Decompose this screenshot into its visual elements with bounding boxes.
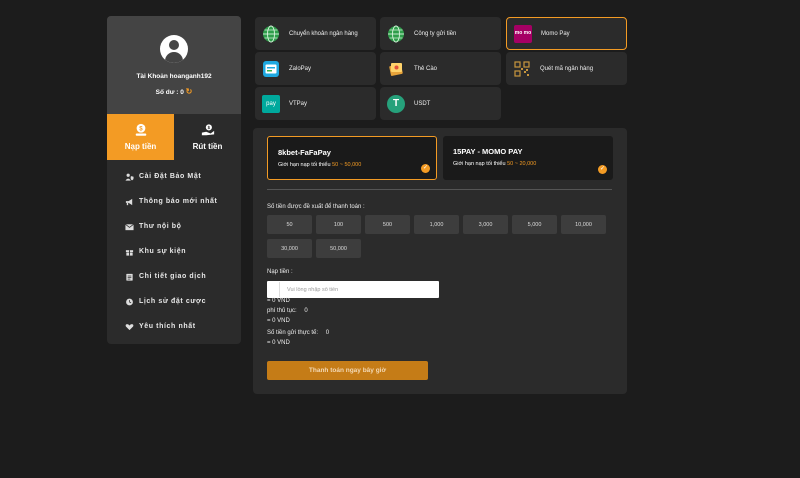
fee-converted: = 0 VND [267,318,290,324]
method-bank-qr-label: Quét mã ngân hàng [540,65,594,72]
actual-amount-row: Số tiền gửi thực tế: 0 [267,330,329,336]
heart-icon [125,323,134,330]
balance-label: Số dư : 0 [155,89,184,96]
method-zalopay[interactable]: ZaloPay [255,52,376,85]
amount-option[interactable]: 50,000 [316,239,361,258]
tab-withdraw[interactable]: $ Rút tiền [174,114,241,160]
tab-deposit-label: Nạp tiền [124,142,157,151]
clock-icon [126,298,133,305]
deposit-label: Nạp tiền : [267,269,293,275]
menu-transaction-details-label: Chi tiết giao dịch [139,273,207,280]
method-zalopay-label: ZaloPay [289,65,312,72]
divider [267,189,612,190]
method-vtpay-label: VTPay [289,100,308,107]
method-deposit-company[interactable]: Công ty gửi tiền [380,17,501,50]
amount-option[interactable]: 1,000 [414,215,459,234]
globe-icon [263,25,279,42]
method-vtpay[interactable]: pay VTPay [255,87,376,120]
zalopay-icon [263,60,279,77]
vtpay-icon: pay [262,94,280,113]
menu-latest-notifications-label: Thông báo mới nhất [139,198,218,205]
menu-bet-history-label: Lịch sử đặt cược [139,298,207,305]
amount-option[interactable]: 50 [267,215,312,234]
momo-logo-icon: mo mo [514,24,532,43]
amount-option[interactable]: 3,000 [463,215,508,234]
user-avatar-icon [160,35,188,63]
check-icon: ✓ [421,164,430,173]
menu-security-settings-label: Cài Đặt Bảo Mật [139,173,202,180]
actual-amount-value: 0 [325,330,330,336]
tether-icon: T [387,94,405,113]
gift-icon [125,249,134,256]
account-sidebar: Tài Khoản hoanganh192 Số dư : 0 ↻ $ Nạp … [107,16,241,344]
method-bank-transfer-label: Chuyển khoản ngân hàng [289,30,358,37]
amount-option[interactable]: 500 [365,215,410,234]
tab-withdraw-label: Rút tiền [192,142,223,151]
amount-option[interactable]: 10,000 [561,215,606,234]
menu-internal-mail[interactable]: Thư nội bộ [107,214,241,239]
account-name: Tài Khoản hoanganh192 [136,73,212,80]
actual-converted: = 0 VND [267,340,290,346]
method-scratch-card[interactable]: Thẻ Cào [380,52,501,85]
deposit-panel: 8kbet-FaFaPay Giới hạn nạp tối thiểu 50 … [253,128,627,394]
svg-text:$: $ [139,125,143,132]
fee-label: phí thủ tục: [267,308,297,314]
menu-latest-notifications[interactable]: Thông báo mới nhất [107,189,241,214]
menu-bet-history[interactable]: Lịch sử đặt cược [107,289,241,314]
profile-card: Tài Khoản hoanganh192 Số dư : 0 ↻ [107,16,241,114]
method-bank-qr[interactable]: Quét mã ngân hàng [506,52,627,85]
method-usdt[interactable]: T USDT [380,87,501,120]
qr-code-icon [514,60,530,77]
menu-transaction-details[interactable]: Chi tiết giao dịch [107,264,241,289]
gateway-name: 8kbet-FaFaPay [278,148,331,157]
method-usdt-label: USDT [414,100,431,107]
menu-security-settings[interactable]: Cài Đặt Bảo Mật [107,164,241,189]
check-icon: ✓ [598,165,607,174]
menu-internal-mail-label: Thư nội bộ [139,223,182,230]
method-bank-transfer[interactable]: Chuyển khoản ngân hàng [255,17,376,50]
deposit-amount-field[interactable] [267,281,439,298]
amount-option[interactable]: 30,000 [267,239,312,258]
currency-prefix [268,282,280,297]
amount-option[interactable]: 5,000 [512,215,557,234]
menu-events[interactable]: Khu sự kiện [107,239,241,264]
gateway-limit: Giới hạn nạp tối thiểu 50 ~ 50,000 [278,162,362,168]
suggested-amount-label: Số tiền được đề xuất để thanh toán : [267,204,365,210]
gateway-15pay-momo[interactable]: 15PAY - MOMO PAY Giới hạn nạp tối thiểu … [443,136,613,180]
menu-favorites-label: Yêu thích nhất [139,323,196,330]
hand-money-icon: $ [201,124,214,136]
user-shield-icon [125,173,134,181]
gateway-8kbet-fafapay[interactable]: 8kbet-FaFaPay Giới hạn nạp tối thiểu 50 … [267,136,437,180]
clipboard-icon [126,273,133,281]
menu-events-label: Khu sự kiện [139,248,187,255]
method-scratch-card-label: Thẻ Cào [414,65,438,72]
menu-favorites[interactable]: Yêu thích nhất [107,314,241,339]
coin-deposit-icon: $ [135,123,146,136]
method-momo-pay[interactable]: mo mo Momo Pay [506,17,627,50]
refresh-balance-icon[interactable]: ↻ [186,87,193,96]
fee-row: phí thủ tục: 0 [267,308,308,314]
pay-now-button[interactable]: Thanh toán ngay bây giờ [267,361,428,380]
deposit-amount-input[interactable] [280,286,430,293]
amount-option[interactable]: 100 [316,215,361,234]
sidebar-menu: Cài Đặt Bảo Mật Thông báo mới nhất Thư n… [107,160,241,339]
deposit-converted: = 0 VND [267,298,290,304]
globe-icon [388,25,404,42]
envelope-icon [125,223,134,230]
balance: Số dư : 0 ↻ [107,87,241,96]
method-momo-pay-label: Momo Pay [541,30,570,37]
megaphone-icon [125,198,133,205]
method-deposit-company-label: Công ty gửi tiền [414,30,457,37]
scratch-card-icon [389,62,403,76]
tab-deposit[interactable]: $ Nạp tiền [107,114,174,160]
actual-amount-label: Số tiền gửi thực tế: [267,330,319,336]
gateway-limit: Giới hạn nạp tối thiểu 50 ~ 20,000 [453,161,537,167]
gateway-name: 15PAY - MOMO PAY [453,147,523,156]
fee-value: 0 [304,308,308,314]
